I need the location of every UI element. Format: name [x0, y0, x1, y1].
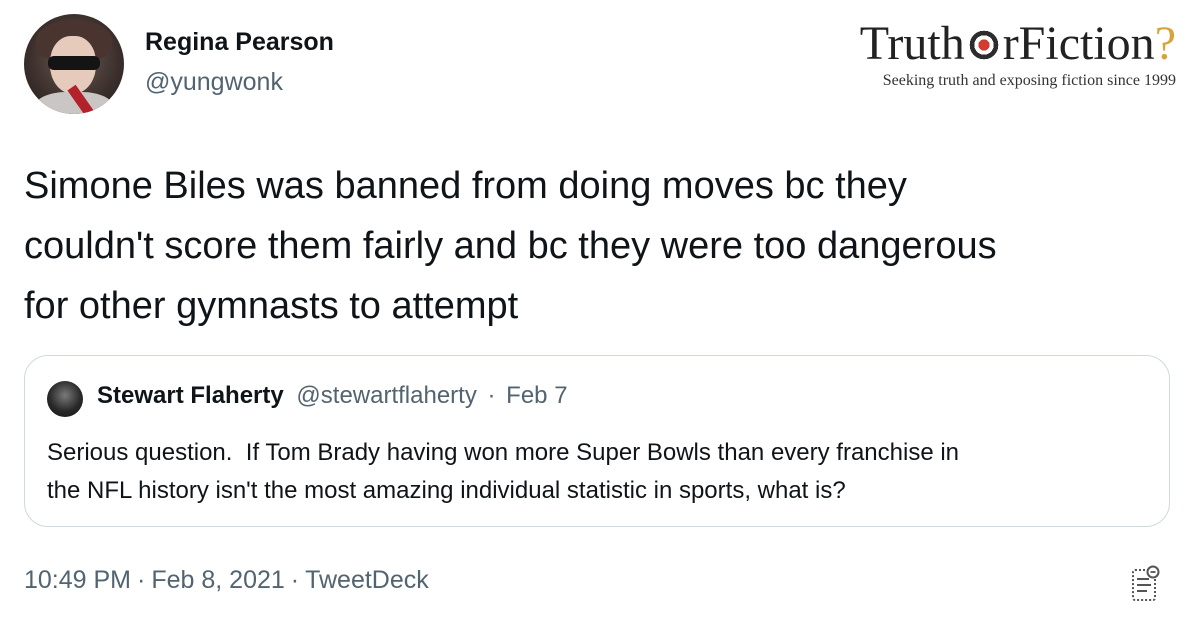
tweet-line: Simone Biles was banned from doing moves…	[24, 165, 907, 207]
quoted-line: Serious question. If Tom Brady having wo…	[47, 439, 960, 466]
meta-separator: ·	[290, 566, 300, 594]
tweet-source[interactable]: TweetDeck	[305, 566, 429, 594]
quoted-author-handle[interactable]: @stewartflaherty	[296, 382, 476, 409]
quoted-line: the NFL history isn't the most amazing i…	[47, 477, 846, 504]
brand-question-mark: ?	[1154, 17, 1176, 70]
tweet-date[interactable]: Feb 8, 2021	[151, 566, 284, 594]
tweet-line: couldn't score them fairly and bc they w…	[24, 225, 997, 267]
target-icon	[965, 27, 1002, 63]
brand-title-left: Truth	[859, 17, 965, 70]
brand-tagline: Seeking truth and exposing fiction since…	[882, 72, 1176, 89]
quoted-tweet-text: Serious question. If Tom Brady having wo…	[47, 434, 1157, 510]
brand-logo: Truth rFiction? Seeking truth and exposin…	[796, 16, 1176, 90]
tweet-text: Simone Biles was banned from doing moves…	[24, 156, 1174, 336]
quoted-author-name[interactable]: Stewart Flaherty	[97, 382, 284, 409]
author-handle[interactable]: @yungwonk	[145, 68, 283, 97]
analytics-icon-svg	[1132, 565, 1160, 601]
tweet-line: for other gymnasts to attempt	[24, 285, 519, 327]
quoted-separator: ·	[487, 382, 496, 409]
author-name[interactable]: Regina Pearson	[145, 28, 334, 57]
tweet-time[interactable]: 10:49 PM	[24, 566, 131, 594]
author-avatar[interactable]	[24, 14, 124, 114]
brand-title-right: rFiction	[1002, 17, 1155, 70]
quoted-date[interactable]: Feb 7	[506, 382, 567, 409]
quoted-tweet-header: Stewart Flaherty @stewartflaherty · Feb …	[97, 382, 568, 410]
brand-title: Truth rFiction?	[796, 16, 1176, 72]
meta-separator: ·	[137, 566, 146, 594]
quoted-author-avatar[interactable]	[47, 381, 83, 417]
analytics-icon[interactable]	[1132, 565, 1160, 601]
tweet-timestamp: 10:49 PM · Feb 8, 2021 · TweetDeck	[24, 566, 429, 595]
quoted-tweet-card[interactable]: Stewart Flaherty @stewartflaherty · Feb …	[24, 355, 1170, 527]
